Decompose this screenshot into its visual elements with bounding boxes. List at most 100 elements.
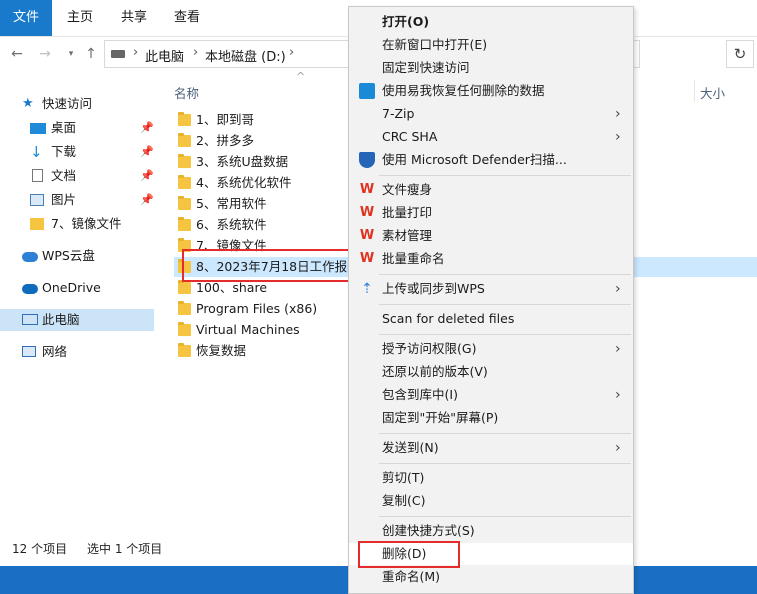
folder-icon — [30, 218, 44, 230]
nav-item-pictures[interactable]: 图片 📌 — [0, 189, 154, 211]
onedrive-icon — [22, 284, 38, 294]
up-arrow-icon[interactable]: ↑ — [82, 44, 100, 64]
pin-icon[interactable]: 📌 — [140, 141, 154, 163]
desktop-icon — [30, 123, 46, 134]
sort-ascending-icon: ^ — [296, 70, 306, 83]
submenu-chevron-right-icon: › — [615, 106, 621, 122]
wps-icon: W — [359, 182, 375, 197]
menu-separator — [379, 433, 631, 434]
folder-icon — [178, 322, 191, 336]
breadcrumb-separator-icon: › — [289, 45, 295, 60]
nav-item-quick-access[interactable]: ★ 快速访问 — [0, 93, 154, 115]
refresh-icon[interactable]: ↻ — [726, 40, 754, 68]
menu-item-asset-manage[interactable]: W 素材管理 — [349, 225, 633, 247]
star-icon: ★ — [22, 96, 34, 111]
menu-separator — [379, 334, 631, 335]
tab-file[interactable]: 文件 — [0, 0, 52, 36]
breadcrumb-this-pc[interactable]: 此电脑 — [145, 46, 184, 65]
menu-item-grant-access[interactable]: 授予访问权限(G) › — [349, 338, 633, 360]
nav-item-network[interactable]: 网络 — [0, 341, 154, 363]
menu-item-rename[interactable]: 重命名(M) — [349, 566, 633, 588]
folder-icon — [178, 133, 191, 147]
recent-chevron-down-icon[interactable]: ▾ — [62, 44, 80, 64]
folder-icon — [178, 343, 191, 357]
menu-item-include-library[interactable]: 包含到库中(I) › — [349, 384, 633, 406]
breadcrumb-separator-icon: › — [133, 45, 139, 60]
nav-item-onedrive[interactable]: OneDrive — [0, 277, 154, 299]
menu-separator — [379, 516, 631, 517]
menu-item-file-slim[interactable]: W 文件瘦身 — [349, 179, 633, 201]
folder-icon — [178, 112, 191, 126]
menu-item-copy[interactable]: 复制(C) — [349, 490, 633, 512]
submenu-chevron-right-icon: › — [615, 440, 621, 456]
drive-icon — [111, 50, 125, 58]
pin-icon[interactable]: 📌 — [140, 189, 154, 211]
back-arrow-icon[interactable]: ← — [8, 44, 26, 64]
network-icon — [22, 346, 36, 357]
pin-icon[interactable]: 📌 — [140, 165, 154, 187]
nav-item-wps-cloud[interactable]: WPS云盘 — [0, 245, 154, 267]
menu-item-crc-sha[interactable]: CRC SHA › — [349, 126, 633, 148]
nav-item-image-files[interactable]: 7、镜像文件 — [0, 213, 154, 235]
menu-separator — [379, 463, 631, 464]
computer-icon — [22, 314, 38, 325]
navigation-pane: ★ 快速访问 桌面 📌 ↓ 下载 📌 文档 📌 图片 📌 7、镜像文件 WPS云… — [0, 78, 158, 534]
folder-icon — [178, 280, 191, 294]
folder-icon — [178, 217, 191, 231]
submenu-chevron-right-icon: › — [615, 129, 621, 145]
recovery-app-icon — [359, 83, 375, 99]
cloud-icon — [22, 252, 38, 262]
status-selected-count: 选中 1 个项目 — [87, 542, 163, 556]
defender-shield-icon — [359, 152, 375, 168]
nav-item-documents[interactable]: 文档 📌 — [0, 165, 154, 187]
picture-icon — [30, 194, 44, 206]
folder-icon — [178, 196, 191, 210]
tab-view[interactable]: 查看 — [173, 0, 201, 36]
menu-item-batch-rename[interactable]: W 批量重命名 — [349, 248, 633, 270]
column-header-size[interactable]: 大小 — [700, 83, 725, 102]
nav-item-desktop[interactable]: 桌面 📌 — [0, 117, 154, 139]
forward-arrow-icon[interactable]: → — [36, 44, 54, 64]
wps-icon: W — [359, 228, 375, 243]
folder-icon — [178, 175, 191, 189]
menu-item-send-to[interactable]: 发送到(N) › — [349, 437, 633, 459]
menu-item-defender-scan[interactable]: 使用 Microsoft Defender扫描... — [349, 149, 633, 171]
wps-icon: W — [359, 205, 375, 220]
menu-item-batch-print[interactable]: W 批量打印 — [349, 202, 633, 224]
menu-separator — [379, 304, 631, 305]
context-menu: 打开(O) 在新窗口中打开(E) 固定到快速访问 使用易我恢复任何删除的数据 7… — [348, 6, 634, 594]
menu-item-upload-wps[interactable]: ⇡ 上传或同步到WPS › — [349, 278, 633, 300]
download-icon: ↓ — [30, 143, 43, 161]
pin-icon[interactable]: 📌 — [140, 117, 154, 139]
menu-item-pin-start[interactable]: 固定到"开始"屏幕(P) — [349, 407, 633, 429]
menu-item-pin-quick-access[interactable]: 固定到快速访问 — [349, 57, 633, 79]
submenu-chevron-right-icon: › — [615, 387, 621, 403]
menu-item-create-shortcut[interactable]: 创建快捷方式(S) — [349, 520, 633, 542]
menu-item-7zip[interactable]: 7-Zip › — [349, 103, 633, 125]
folder-icon — [178, 301, 191, 315]
upload-cloud-icon: ⇡ — [361, 281, 373, 297]
column-divider[interactable] — [694, 80, 695, 102]
nav-item-this-pc[interactable]: 此电脑 — [0, 309, 154, 331]
tab-home[interactable]: 主页 — [66, 0, 94, 36]
breadcrumb-separator-icon: › — [193, 45, 199, 60]
menu-item-cut[interactable]: 剪切(T) — [349, 467, 633, 489]
wps-icon: W — [359, 251, 375, 266]
column-header-name[interactable]: 名称 — [174, 83, 199, 102]
menu-item-scan-deleted[interactable]: Scan for deleted files — [349, 308, 633, 330]
status-item-count: 12 个项目 — [12, 542, 68, 556]
menu-separator — [379, 175, 631, 176]
submenu-chevron-right-icon: › — [615, 341, 621, 357]
tab-share[interactable]: 共享 — [120, 0, 148, 36]
nav-item-downloads[interactable]: ↓ 下载 📌 — [0, 141, 154, 163]
highlight-box-selected-file — [182, 249, 367, 282]
menu-item-easeus-recover[interactable]: 使用易我恢复任何删除的数据 — [349, 80, 633, 102]
folder-icon — [178, 154, 191, 168]
breadcrumb-drive-d[interactable]: 本地磁盘 (D:) — [205, 46, 286, 65]
menu-item-open-new-window[interactable]: 在新窗口中打开(E) — [349, 34, 633, 56]
menu-item-open[interactable]: 打开(O) — [349, 11, 633, 33]
menu-separator — [379, 274, 631, 275]
menu-item-restore-versions[interactable]: 还原以前的版本(V) — [349, 361, 633, 383]
submenu-chevron-right-icon: › — [615, 281, 621, 297]
highlight-box-delete — [358, 541, 460, 568]
